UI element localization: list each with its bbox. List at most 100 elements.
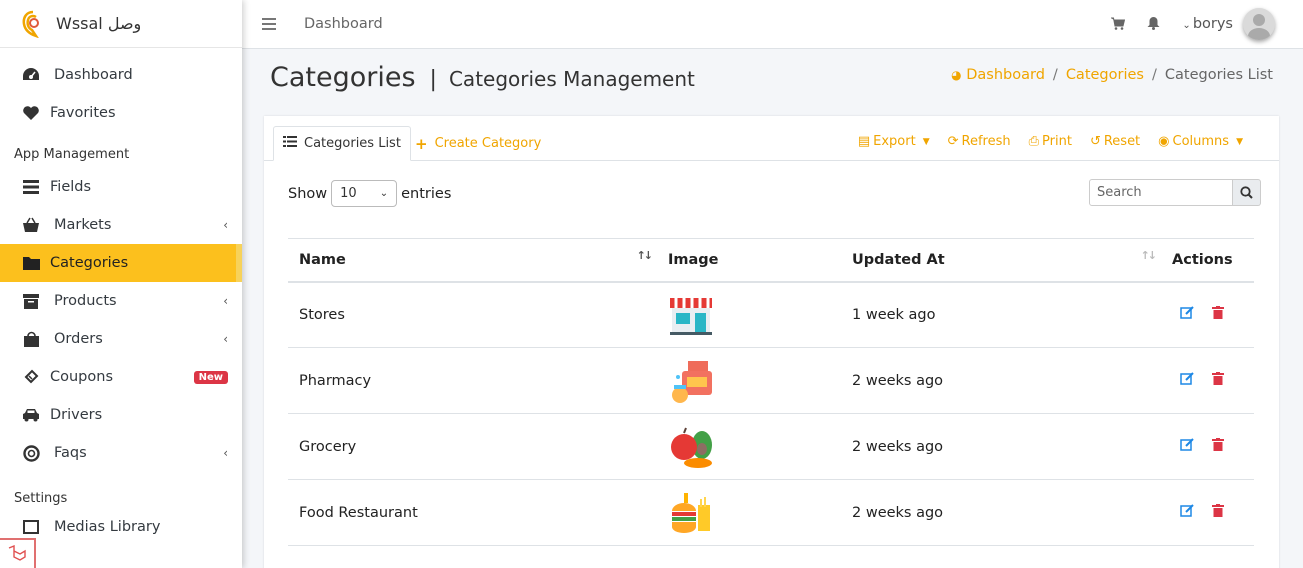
category-image[interactable]: [657, 479, 841, 546]
delete-icon[interactable]: [1212, 372, 1224, 389]
tab-label: Create Category: [434, 136, 542, 151]
search-input[interactable]: Search: [1089, 179, 1233, 206]
store-image-icon: [668, 292, 714, 338]
page-title-separator: |: [429, 67, 437, 92]
row-actions: [1161, 281, 1254, 348]
sidebar-item-label: Markets: [54, 217, 112, 233]
category-updated-at: 1 week ago: [841, 281, 1161, 348]
sidebar-item-label: Fields: [50, 179, 92, 195]
chevron-left-icon: ‹: [223, 218, 228, 232]
user-name-label: borys: [1192, 16, 1233, 32]
life-ring-icon: [22, 444, 40, 462]
categories-card: Categories List + Create Category ▤ Expor…: [264, 116, 1279, 568]
column-actions: Actions: [1161, 238, 1254, 283]
chevron-down-icon: ⌄: [379, 188, 389, 199]
sidebar-item-label: Categories: [50, 255, 129, 271]
section-settings: Settings: [14, 490, 68, 506]
tab-categories-list[interactable]: Categories List: [273, 126, 411, 161]
tab-create-category[interactable]: + Create Category: [406, 126, 550, 161]
page-title-main: Categories: [270, 62, 416, 93]
cart-icon[interactable]: [1111, 15, 1126, 34]
delete-icon[interactable]: [1212, 438, 1224, 455]
sidebar-item-products[interactable]: Products ‹: [0, 282, 242, 320]
entries-control: Show 10 ⌄ entries: [288, 180, 451, 207]
menu-icon[interactable]: [262, 15, 276, 33]
photo-icon: [22, 518, 40, 536]
search-button[interactable]: [1233, 179, 1261, 206]
section-app-management: App Management: [14, 146, 130, 162]
table-row: Pharmacy 2 weeks ago: [288, 347, 1254, 414]
sidebar-item-label: Favorites: [50, 105, 116, 121]
sidebar-item-categories[interactable]: Categories: [0, 244, 242, 282]
sidebar-item-markets[interactable]: Markets ‹: [0, 206, 242, 244]
breadcrumb-dashboard[interactable]: ◕ Dashboard: [951, 67, 1045, 83]
sidebar-item-drivers[interactable]: Drivers: [0, 396, 242, 434]
undo-icon: ↺: [1089, 134, 1101, 149]
avatar[interactable]: [1243, 8, 1275, 40]
edit-icon[interactable]: [1180, 438, 1194, 455]
search-box: Search: [1089, 179, 1261, 206]
sidebar-item-label: Coupons: [50, 369, 114, 385]
archive-icon: [22, 292, 40, 310]
reset-label: Reset: [1103, 134, 1141, 149]
category-image[interactable]: [657, 413, 841, 480]
print-button[interactable]: ⎙ Print: [1029, 134, 1072, 149]
file-export-icon: ▤: [857, 134, 871, 149]
breadcrumb-current: Categories List: [1164, 67, 1273, 83]
table-tools: ▤ Export ▼ ⟳ Refresh ⎙ Print ↺ Reset ◉ Columns…: [858, 134, 1243, 149]
breadcrumb-divider: /: [1151, 67, 1157, 83]
columns-button[interactable]: ◉ Columns ▼: [1158, 134, 1243, 149]
new-badge: New: [193, 370, 228, 384]
edit-icon[interactable]: [1180, 372, 1194, 389]
sidebar-item-fields[interactable]: Fields: [0, 168, 242, 206]
sidebar-item-label: Faqs: [54, 445, 87, 461]
category-image[interactable]: [657, 281, 841, 348]
breadcrumb-categories[interactable]: Categories: [1066, 67, 1144, 83]
brand-name: Wssal وصل: [56, 14, 142, 33]
sidebar-item-favorites[interactable]: Favorites: [0, 94, 242, 132]
sidebar-item-orders[interactable]: Orders ‹: [0, 320, 242, 358]
export-button[interactable]: ▤ Export ▼: [858, 134, 930, 149]
row-actions: [1161, 479, 1254, 546]
eye-icon: ◉: [1158, 134, 1170, 149]
export-label: Export: [873, 134, 916, 149]
refresh-button[interactable]: ⟳ Refresh: [948, 134, 1011, 149]
sidebar-item-medias-library[interactable]: Medias Library: [0, 510, 242, 544]
sidebar-item-faqs[interactable]: Faqs ‹: [0, 434, 242, 472]
grocery-image-icon: [668, 424, 714, 470]
dashboard-icon: [22, 66, 40, 84]
entries-select[interactable]: 10 ⌄: [331, 180, 398, 207]
sidebar-item-coupons[interactable]: Coupons New: [0, 358, 242, 396]
laravel-logo-icon[interactable]: [0, 538, 36, 568]
sidebar-item-label: Drivers: [50, 407, 103, 423]
category-updated-at: 2 weeks ago: [841, 347, 1161, 414]
reset-button[interactable]: ↺ Reset: [1090, 134, 1140, 149]
column-image: Image: [657, 238, 841, 283]
card-tabs: Categories List + Create Category ▤ Expor…: [264, 116, 1279, 161]
bell-icon[interactable]: [1147, 15, 1160, 34]
ticket-icon: [22, 368, 40, 386]
folder-icon: [22, 254, 40, 272]
column-label: Image: [668, 251, 719, 268]
brand[interactable]: Wssal وصل: [0, 0, 242, 48]
print-label: Print: [1042, 134, 1072, 149]
sidebar-item-dashboard[interactable]: Dashboard: [0, 56, 242, 94]
column-name[interactable]: Name ↑↓: [288, 238, 657, 283]
delete-icon[interactable]: [1212, 306, 1224, 323]
user-menu[interactable]: ⌄ borys: [1182, 8, 1275, 40]
topbar-title[interactable]: Dashboard: [304, 16, 383, 32]
column-label: Updated At: [852, 251, 945, 268]
delete-icon[interactable]: [1212, 504, 1224, 521]
category-name: Pharmacy: [288, 347, 657, 414]
sort-icon[interactable]: ↑↓: [1141, 249, 1158, 262]
row-actions: [1161, 347, 1254, 414]
column-updated-at[interactable]: Updated At ↑↓: [841, 238, 1161, 283]
category-updated-at: 2 weeks ago: [841, 479, 1161, 546]
entries-value: 10: [340, 186, 357, 201]
category-image[interactable]: [657, 347, 841, 414]
edit-icon[interactable]: [1180, 306, 1194, 323]
edit-icon[interactable]: [1180, 504, 1194, 521]
categories-table: Name ↑↓ Image Updated At ↑↓ Actions Stores…: [288, 238, 1254, 546]
user-name: ⌄ borys: [1182, 16, 1233, 32]
sort-icon[interactable]: ↑↓: [637, 249, 654, 262]
